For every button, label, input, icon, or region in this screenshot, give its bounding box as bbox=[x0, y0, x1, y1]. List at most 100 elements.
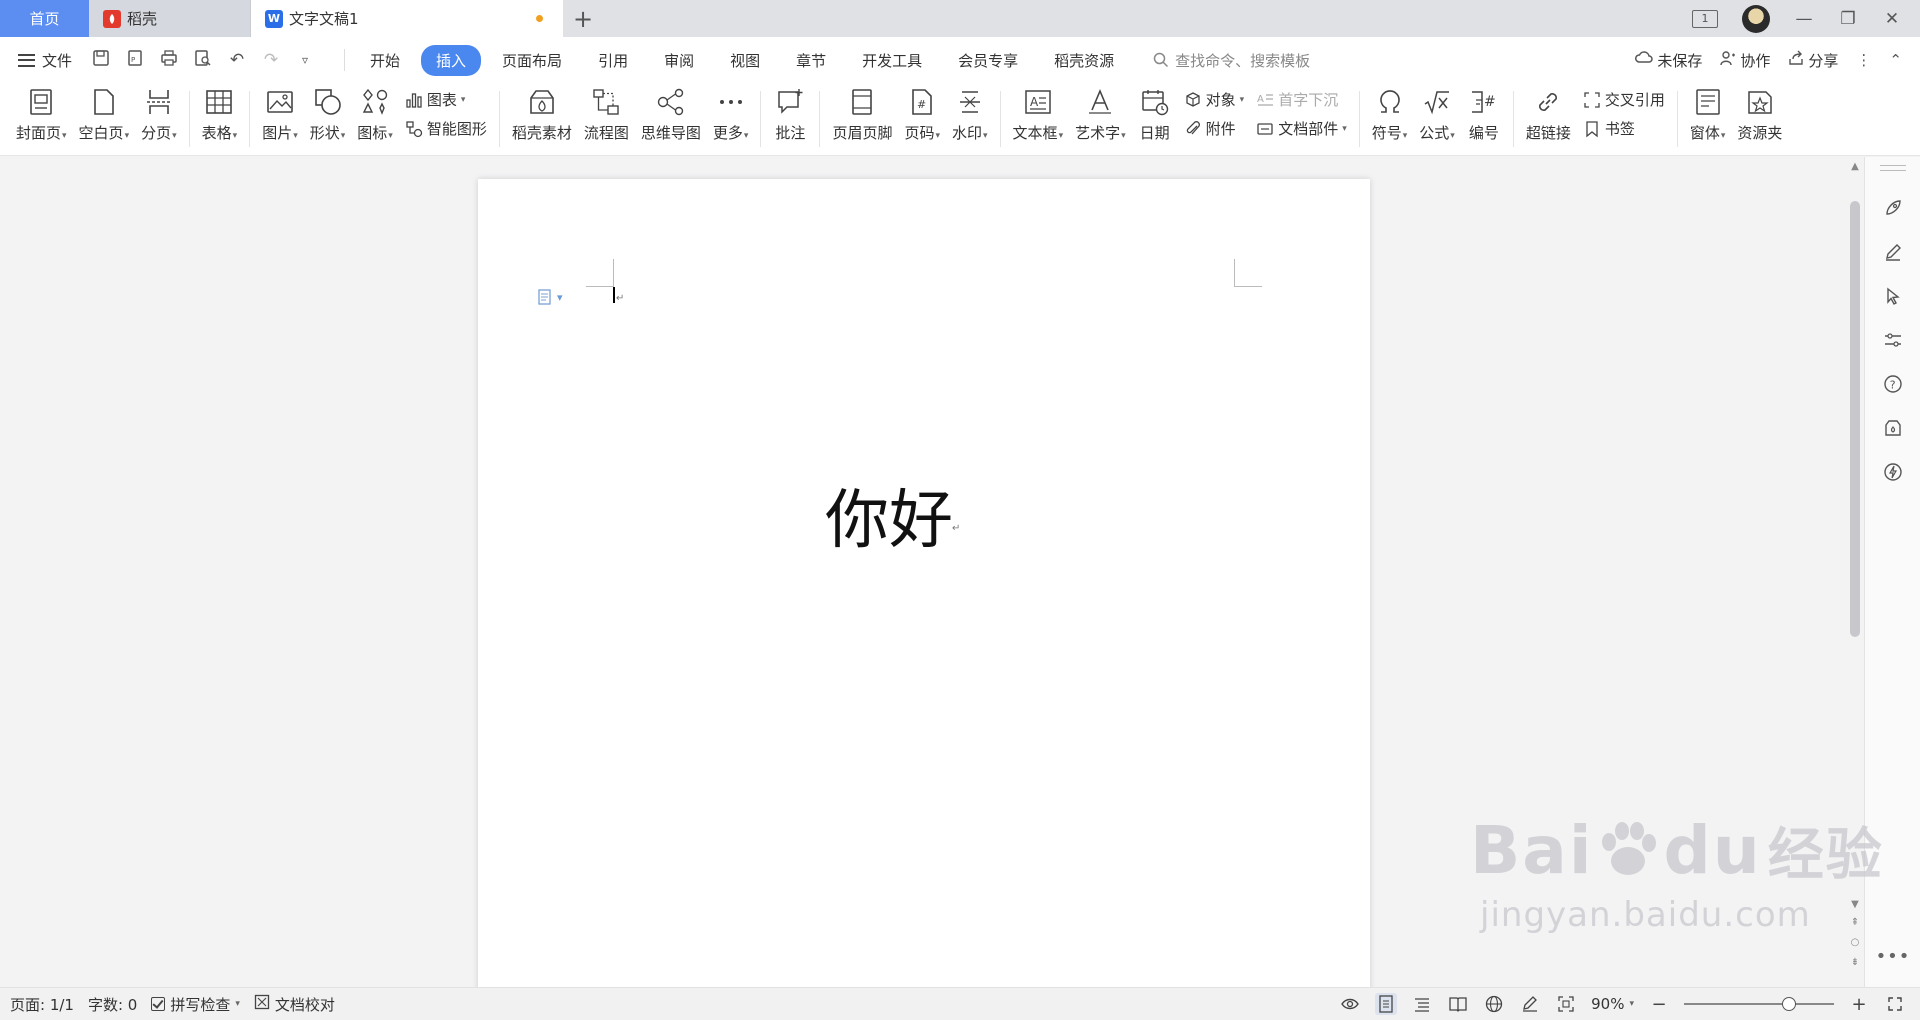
page-break-button[interactable]: 分页▾ bbox=[135, 87, 183, 143]
undo-icon[interactable]: ↶ bbox=[226, 50, 248, 70]
outline-view-icon[interactable] bbox=[1411, 993, 1433, 1015]
table-button[interactable]: 表格▾ bbox=[196, 87, 244, 143]
minimize-icon[interactable]: — bbox=[1794, 9, 1814, 29]
page-number-button[interactable]: # 页码▾ bbox=[898, 87, 946, 143]
write-mode-icon[interactable] bbox=[1519, 993, 1541, 1015]
object-button[interactable]: 对象 ▾ bbox=[1184, 89, 1244, 110]
more-options-icon[interactable]: ••• bbox=[1865, 946, 1920, 967]
zoom-slider[interactable] bbox=[1684, 996, 1834, 1012]
tab-chapter[interactable]: 章节 bbox=[781, 45, 841, 76]
scrollbar-thumb[interactable] bbox=[1850, 201, 1860, 637]
lightning-icon[interactable] bbox=[1880, 459, 1906, 485]
page-view-icon[interactable] bbox=[1375, 993, 1398, 1015]
smartart-button[interactable]: 智能图形 bbox=[405, 118, 487, 139]
tab-daoke-resources[interactable]: 稻壳资源 bbox=[1039, 45, 1129, 76]
fit-page-icon[interactable] bbox=[1555, 993, 1577, 1015]
reading-view-icon[interactable] bbox=[1447, 993, 1469, 1015]
tab-home-ribbon[interactable]: 开始 bbox=[355, 45, 415, 76]
hyperlink-button[interactable]: 超链接 bbox=[1520, 87, 1577, 143]
tab-page-layout[interactable]: 页面布局 bbox=[487, 45, 577, 76]
tab-references[interactable]: 引用 bbox=[583, 45, 643, 76]
icons-button[interactable]: 图标▾ bbox=[351, 87, 399, 143]
export-pdf-icon[interactable]: P bbox=[124, 49, 146, 72]
tab-daoke[interactable]: 稻壳 bbox=[89, 0, 251, 37]
chart-button[interactable]: 图表 ▾ bbox=[405, 89, 487, 110]
tab-home[interactable]: 首页 bbox=[0, 0, 89, 37]
next-page-icon[interactable]: ⇟ bbox=[1846, 957, 1864, 968]
customize-toolbar-icon[interactable]: ▿ bbox=[294, 53, 316, 67]
word-count[interactable]: 字数: 0 bbox=[88, 994, 137, 1015]
page-count[interactable]: 页面: 1/1 bbox=[10, 994, 74, 1015]
form-button[interactable]: 窗体▾ bbox=[1684, 87, 1732, 143]
watermark-button[interactable]: 水印▾ bbox=[946, 87, 994, 143]
collapse-ribbon-icon[interactable]: ⌃ bbox=[1889, 51, 1902, 69]
more-button[interactable]: 更多▾ bbox=[707, 87, 755, 143]
share-button[interactable]: 分享 bbox=[1788, 50, 1838, 71]
select-browse-icon[interactable]: ○ bbox=[1846, 937, 1864, 948]
resource-folder-button[interactable]: 资源夹 bbox=[1731, 87, 1788, 143]
doc-parts-button[interactable]: 文档部件 ▾ bbox=[1256, 118, 1347, 139]
crossref-button[interactable]: 交叉引用 bbox=[1583, 89, 1665, 110]
symbol-button[interactable]: 符号▾ bbox=[1366, 87, 1414, 143]
spellcheck-toggle[interactable]: 拼写检查 ▾ bbox=[151, 994, 240, 1015]
paragraph-layout-icon[interactable]: ▾ bbox=[537, 289, 563, 305]
file-menu[interactable]: 文件 bbox=[18, 50, 72, 71]
paw-logo-icon bbox=[1602, 821, 1657, 875]
attachment-button[interactable]: 附件 bbox=[1184, 118, 1245, 139]
print-icon[interactable] bbox=[158, 49, 180, 72]
web-view-icon[interactable] bbox=[1483, 993, 1505, 1015]
fullscreen-icon[interactable] bbox=[1884, 993, 1906, 1015]
eye-protection-icon[interactable] bbox=[1339, 993, 1361, 1015]
cursor-select-icon[interactable] bbox=[1880, 283, 1906, 309]
flowchart-button[interactable]: 流程图 bbox=[578, 87, 635, 143]
rocket-icon[interactable] bbox=[1880, 195, 1906, 221]
tab-document[interactable]: W 文字文稿1 bbox=[251, 0, 563, 37]
divider bbox=[1512, 91, 1514, 147]
blank-page-button[interactable]: 空白页▾ bbox=[73, 87, 136, 143]
mindmap-button[interactable]: 思维导图 bbox=[635, 87, 707, 143]
zoom-dropdown[interactable]: 90% ▾ bbox=[1591, 995, 1634, 1013]
daoke-material-button[interactable]: 稻壳素材 bbox=[506, 87, 578, 143]
document-body-text[interactable]: 你好 bbox=[825, 469, 953, 561]
bookmark-button[interactable]: 书签 bbox=[1583, 118, 1665, 139]
proofread-button[interactable]: 文档校对 bbox=[254, 994, 335, 1015]
zoom-slider-knob[interactable] bbox=[1782, 997, 1796, 1011]
avatar[interactable] bbox=[1742, 4, 1770, 33]
collaborate-button[interactable]: 协作 bbox=[1720, 50, 1770, 71]
new-tab-button[interactable]: + bbox=[563, 0, 603, 37]
document-page[interactable]: ▾ ↵ 你好 ↵ bbox=[478, 179, 1370, 987]
tab-review[interactable]: 审阅 bbox=[649, 45, 709, 76]
textbox-button[interactable]: A 文本框▾ bbox=[1007, 87, 1070, 143]
shape-button[interactable]: 形状▾ bbox=[304, 87, 352, 143]
command-search[interactable]: 查找命令、搜索模板 bbox=[1153, 50, 1310, 71]
settings-sliders-icon[interactable] bbox=[1880, 327, 1906, 353]
save-icon[interactable] bbox=[90, 49, 112, 72]
header-footer-button[interactable]: 页眉页脚 bbox=[826, 87, 898, 143]
cover-page-button[interactable]: 封面页▾ bbox=[10, 87, 73, 143]
picture-button[interactable]: 图片▾ bbox=[256, 87, 304, 143]
formula-button[interactable]: 公式▾ bbox=[1413, 87, 1461, 143]
pen-icon[interactable] bbox=[1880, 239, 1906, 265]
date-button[interactable]: 日期 bbox=[1132, 87, 1178, 143]
tab-insert[interactable]: 插入 bbox=[421, 44, 482, 76]
comment-button[interactable]: 批注 bbox=[767, 87, 813, 143]
zoom-in-icon[interactable]: + bbox=[1848, 993, 1870, 1015]
more-options-icon[interactable]: ⋮ bbox=[1856, 51, 1871, 69]
daoke-store-icon[interactable] bbox=[1880, 415, 1906, 441]
close-icon[interactable]: ✕ bbox=[1882, 9, 1902, 29]
restore-icon[interactable]: ❐ bbox=[1838, 9, 1858, 29]
tab-developer[interactable]: 开发工具 bbox=[847, 45, 937, 76]
tab-view[interactable]: 视图 bbox=[715, 45, 775, 76]
redo-icon[interactable]: ↷ bbox=[260, 50, 282, 70]
wordart-button[interactable]: 艺术字▾ bbox=[1069, 87, 1132, 143]
window-count-icon[interactable]: 1 bbox=[1692, 9, 1718, 28]
tab-member[interactable]: 会员专享 bbox=[943, 45, 1033, 76]
unsaved-button[interactable]: 未保存 bbox=[1635, 50, 1702, 71]
help-icon[interactable]: ? bbox=[1880, 371, 1906, 397]
chevron-down-icon: ▾ bbox=[1629, 999, 1634, 1009]
print-preview-icon[interactable] bbox=[192, 49, 214, 72]
numbering-button[interactable]: # 编号 bbox=[1461, 87, 1507, 143]
dropcap-button[interactable]: A 首字下沉 bbox=[1256, 89, 1347, 110]
zoom-out-icon[interactable]: − bbox=[1648, 993, 1670, 1015]
scroll-up-icon[interactable]: ▲ bbox=[1846, 161, 1864, 172]
